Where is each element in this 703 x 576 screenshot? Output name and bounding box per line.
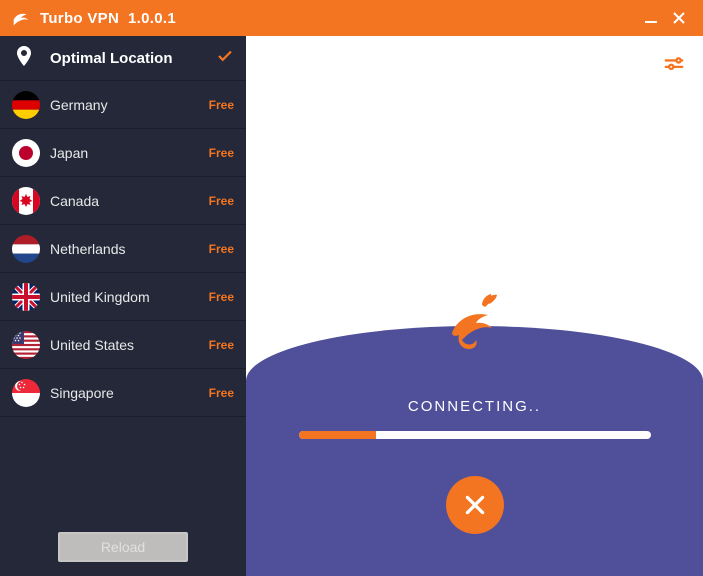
app-logo-icon — [10, 7, 32, 29]
location-sidebar: Optimal Location GermanyFreeJapanFreeCan… — [0, 36, 246, 576]
flag-icon — [12, 235, 40, 263]
sidebar-item-label: Japan — [50, 145, 209, 161]
sidebar-item-location[interactable]: GermanyFree — [0, 81, 246, 129]
flag-icon — [12, 283, 40, 311]
status-text: CONNECTING.. — [408, 398, 541, 415]
rabbit-icon — [440, 291, 510, 356]
sidebar-item-location[interactable]: United StatesFree — [0, 321, 246, 369]
sidebar-item-location[interactable]: JapanFree — [0, 129, 246, 177]
progress-fill — [299, 431, 376, 439]
free-badge: Free — [209, 194, 234, 208]
free-badge: Free — [209, 98, 234, 112]
close-button[interactable] — [665, 4, 693, 32]
titlebar: Turbo VPN 1.0.0.1 — [0, 0, 703, 36]
progress-bar — [299, 431, 651, 439]
free-badge: Free — [209, 386, 234, 400]
checkmark-icon — [216, 47, 234, 69]
sidebar-item-label: United States — [50, 337, 209, 353]
sidebar-item-label: United Kingdom — [50, 289, 209, 305]
close-icon — [462, 492, 488, 518]
sidebar-item-location[interactable]: SingaporeFree — [0, 369, 246, 417]
sidebar-item-location[interactable]: United KingdomFree — [0, 273, 246, 321]
sidebar-item-label: Singapore — [50, 385, 209, 401]
settings-menu-icon[interactable] — [663, 54, 685, 81]
sidebar-item-location[interactable]: NetherlandsFree — [0, 225, 246, 273]
flag-icon — [12, 187, 40, 215]
reload-button[interactable]: Reload — [58, 532, 188, 562]
sidebar-item-location[interactable]: CanadaFree — [0, 177, 246, 225]
sidebar-item-label: Germany — [50, 97, 209, 113]
free-badge: Free — [209, 290, 234, 304]
cancel-button[interactable] — [446, 476, 504, 534]
flag-icon — [12, 379, 40, 407]
location-pin-icon — [12, 44, 40, 72]
sidebar-item-label: Netherlands — [50, 241, 209, 257]
flag-icon — [12, 331, 40, 359]
app-title: Turbo VPN 1.0.0.1 — [40, 10, 176, 27]
free-badge: Free — [209, 242, 234, 256]
flag-icon — [12, 139, 40, 167]
main-panel: CONNECTING.. — [246, 36, 703, 576]
sidebar-item-optimal[interactable]: Optimal Location — [0, 36, 246, 81]
minimize-button[interactable] — [637, 4, 665, 32]
wave-background — [246, 326, 703, 576]
free-badge: Free — [209, 146, 234, 160]
flag-icon — [12, 91, 40, 119]
sidebar-item-label: Canada — [50, 193, 209, 209]
sidebar-item-label: Optimal Location — [50, 50, 210, 67]
free-badge: Free — [209, 338, 234, 352]
